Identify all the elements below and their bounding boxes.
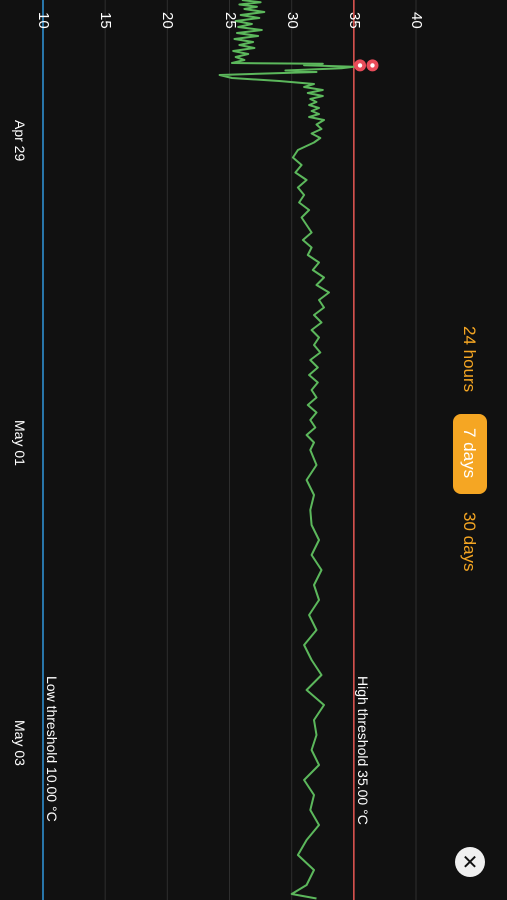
tab-24-hours[interactable]: 24 hours [459, 326, 479, 392]
chart-screen: 10 15 20 25 30 35 40 Apr 29 May 01 May 03 High t… [0, 0, 507, 900]
y-tick-label: 35 [345, 12, 363, 29]
x-tick-label: Apr 29 [12, 120, 28, 162]
y-tick-label: 30 [283, 12, 301, 29]
tab-30-days[interactable]: 30 days [459, 512, 479, 572]
temperature-chart [42, 0, 417, 900]
y-tick-label: 10 [35, 12, 52, 29]
tab-7-days-label: 7 days [460, 428, 479, 479]
alert-marker-dot [370, 63, 375, 68]
close-button[interactable]: ✕ [455, 847, 485, 877]
alert-marker-dot [357, 63, 363, 68]
low-threshold-label: Low threshold 10.00 °C [44, 676, 60, 822]
x-tick-label: May 03 [12, 720, 28, 766]
y-tick-label: 15 [97, 12, 115, 29]
x-tick-label: May 01 [12, 420, 28, 466]
high-threshold-label: High threshold 35.00 °C [354, 676, 371, 825]
y-tick-label: 20 [159, 12, 177, 29]
close-icon: ✕ [461, 850, 479, 874]
tab-7-days[interactable]: 7 days [453, 414, 487, 494]
temperature-series-line [218, 0, 355, 900]
y-tick-label: 40 [408, 12, 425, 29]
y-tick-label: 25 [221, 12, 239, 29]
